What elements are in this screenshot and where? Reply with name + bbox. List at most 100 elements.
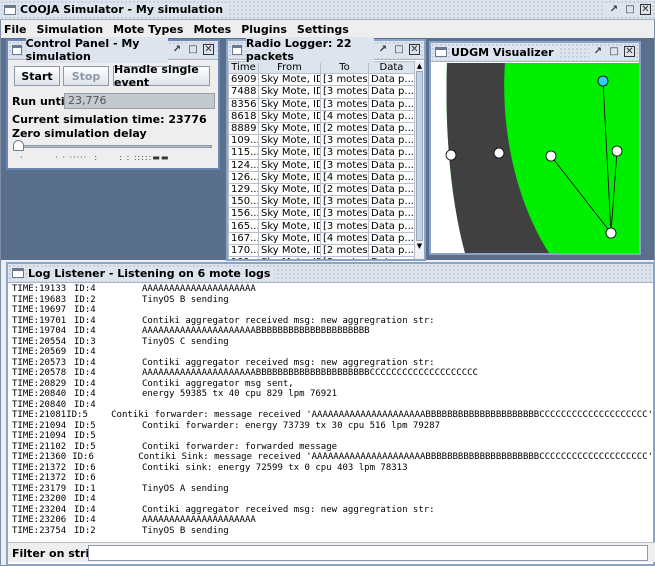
table-row[interactable]: 109...Sky Mote, ID...[3 motes]Data p... — [228, 134, 414, 148]
table-cell: Data p... — [368, 243, 414, 258]
log-time: TIME:21094 — [12, 420, 67, 431]
log-mote-id: ID:3 — [74, 336, 96, 347]
log-row[interactable]: TIME:19704 ID:4 AAAAAAAAAAAAAAAAAAAAABBBBB… — [12, 326, 653, 337]
table-row[interactable]: 124...Sky Mote, ID...[3 motes]Data p... — [228, 158, 414, 172]
log-row[interactable]: TIME:20840 ID:4 energy 59385 tx 40 cpu 829… — [12, 389, 653, 400]
log-row[interactable]: TIME:23206 ID:4 AAAAAAAAAAAAAAAAAAAAA — [12, 515, 653, 526]
mote-node[interactable] — [493, 147, 505, 159]
table-row[interactable]: 8618Sky Mote, ID...[4 motes]Data p... — [228, 109, 414, 123]
table-row[interactable]: 7488Sky Mote, ID...[3 motes]Data p... — [228, 85, 414, 99]
table-row[interactable]: 165...Sky Mote, ID...[3 motes]Data p... — [228, 219, 414, 233]
handle-single-event-button[interactable]: Handle single event — [113, 63, 210, 89]
scrollbar-thumb[interactable] — [416, 71, 423, 241]
log-row[interactable]: TIME:20829 ID:4 Contiki aggregator msg sen… — [12, 379, 653, 390]
filter-input[interactable] — [88, 545, 648, 561]
table-row[interactable]: 150...Sky Mote, ID...[3 motes]Data p... — [228, 195, 414, 209]
log-row[interactable]: TIME:23179 ID:1 TinyOS A sending — [12, 484, 653, 495]
log-row[interactable]: TIME:19683 ID:2 TinyOS B sending — [12, 295, 653, 306]
menu-mote-types[interactable]: Mote Types — [113, 23, 183, 36]
close-icon[interactable]: ✕ — [409, 44, 420, 55]
log-row[interactable]: TIME:23204 ID:4 Contiki aggregator receive… — [12, 505, 653, 516]
start-button[interactable]: Start — [14, 66, 60, 86]
log-row[interactable]: TIME:23200 ID:4 — [12, 494, 653, 505]
log-listener-window: Log Listener - Listening on 6 mote logs … — [6, 262, 655, 566]
minimize-icon[interactable]: ↗ — [171, 44, 183, 56]
log-row[interactable]: TIME:21360 ID:6 Contiki Sink: message rece… — [12, 452, 653, 463]
radio-logger-titlebar[interactable]: Radio Logger: 22 packets ↗ □ ✕ — [228, 37, 424, 63]
log-row[interactable]: TIME:21102 ID:5 Contiki forwarder: forward… — [12, 442, 653, 453]
log-row[interactable]: TIME:19697 ID:4 — [12, 305, 653, 316]
table-row[interactable]: 170...Sky Mote, ID...[2 motes]Data p... — [228, 243, 414, 258]
log-row[interactable]: TIME:21094 ID:5 Contiki forwarder: energy … — [12, 421, 653, 432]
main-titlebar[interactable]: COOJA Simulator - My simulation ↗ □ ✕ — [0, 0, 655, 20]
minimize-icon[interactable]: ↗ — [592, 46, 604, 58]
minimize-icon[interactable]: ↗ — [608, 4, 620, 16]
log-row[interactable]: TIME:21081 ID:5 Contiki forwarder: message… — [12, 410, 653, 421]
mote-node[interactable] — [605, 227, 617, 239]
table-cell: [2 motes] — [320, 121, 369, 136]
table-row[interactable]: 167...Sky Mote, ID...[4 motes]Data p... — [228, 231, 414, 245]
run-until-field[interactable]: 23,776 — [64, 93, 215, 109]
log-row[interactable]: TIME:23754 ID:2 TinyOS B sending — [12, 526, 653, 537]
close-icon[interactable]: ✕ — [203, 44, 214, 55]
log-row[interactable]: TIME:19133 ID:4 AAAAAAAAAAAAAAAAAAAAA — [12, 284, 653, 295]
menu-settings[interactable]: Settings — [297, 23, 349, 36]
log-listener-titlebar[interactable]: Log Listener - Listening on 6 mote logs — [8, 264, 653, 283]
log-time: TIME:19683 — [12, 294, 67, 305]
log-row[interactable]: TIME:21094 ID:5 — [12, 431, 653, 442]
stop-button[interactable]: Stop — [63, 66, 109, 86]
scroll-down-arrow[interactable]: ▼ — [415, 241, 424, 251]
menu-file[interactable]: File — [4, 23, 27, 36]
log-row[interactable]: TIME:21372 ID:6 — [12, 473, 653, 484]
table-row[interactable]: 6909Sky Mote, ID...[3 motes]Data p... — [228, 73, 414, 87]
log-row[interactable]: TIME:20569 ID:4 — [12, 347, 653, 358]
column-header[interactable]: Data — [368, 61, 414, 75]
mote-node[interactable] — [545, 150, 557, 162]
mote-node[interactable] — [611, 145, 623, 157]
close-icon[interactable]: ✕ — [640, 3, 651, 15]
mote-node[interactable] — [445, 149, 457, 161]
table-row[interactable]: 8889Sky Mote, ID...[2 motes]Data p... — [228, 121, 414, 136]
control-panel-titlebar[interactable]: Control Panel - My simulation ↗ □ ✕ — [8, 37, 218, 63]
table-row[interactable]: 129...Sky Mote, ID...[2 motes]Data p... — [228, 182, 414, 197]
table-cell: [3 motes] — [320, 134, 369, 148]
log-row[interactable]: TIME:20573 ID:4 Contiki aggregator receive… — [12, 358, 653, 369]
log-row[interactable]: TIME:20840 ID:4 — [12, 400, 653, 411]
table-cell: [3 motes] — [320, 97, 369, 111]
speed-slider-track[interactable] — [16, 145, 212, 148]
table-row[interactable]: 115...Sky Mote, ID...[3 motes]Data p... — [228, 146, 414, 160]
table-row[interactable]: 8356Sky Mote, ID...[3 motes]Data p... — [228, 97, 414, 111]
log-row[interactable]: TIME:19701 ID:4 Contiki aggregator receive… — [12, 316, 653, 327]
log-message: TinyOS A sending — [142, 483, 229, 494]
log-time: TIME:21081 — [12, 410, 67, 420]
maximize-icon[interactable]: □ — [393, 44, 405, 56]
menu-simulation[interactable]: Simulation — [37, 23, 104, 36]
log-row[interactable]: TIME:21372 ID:6 Contiki sink: energy 72599… — [12, 463, 653, 474]
menu-motes[interactable]: Motes — [193, 23, 231, 36]
menu-plugins[interactable]: Plugins — [241, 23, 287, 36]
mote-node[interactable] — [597, 75, 609, 87]
table-row[interactable]: 191...Sky Mote, ID...[3 motes]Data p... — [228, 255, 414, 259]
maximize-icon[interactable]: □ — [624, 4, 636, 16]
log-message: AAAAAAAAAAAAAAAAAAAAABBBBBBBBBBBBBBBBBBB… — [142, 326, 370, 336]
close-icon[interactable]: ✕ — [624, 46, 635, 57]
maximize-icon[interactable]: □ — [608, 46, 620, 58]
table-cell: Data p... — [368, 146, 414, 160]
log-mote-id: ID:4 — [74, 305, 96, 315]
column-header[interactable]: To — [320, 61, 369, 75]
log-row[interactable]: TIME:20554 ID:3 TinyOS C sending — [12, 337, 653, 348]
scroll-up-arrow[interactable]: ▲ — [415, 61, 424, 71]
udgm-titlebar[interactable]: UDGM Visualizer ↗ □ ✕ — [431, 43, 639, 62]
maximize-icon[interactable]: □ — [187, 44, 199, 56]
minimize-icon[interactable]: ↗ — [377, 44, 389, 56]
radio-logger-scrollbar[interactable]: ▲ ▼ — [414, 61, 424, 259]
table-cell: Data p... — [368, 97, 414, 111]
column-header[interactable]: Time — [228, 61, 259, 75]
speed-slider-thumb[interactable] — [13, 140, 24, 151]
column-header[interactable]: From — [258, 61, 321, 75]
table-row[interactable]: 126...Sky Mote, ID...[4 motes]Data p... — [228, 170, 414, 184]
udgm-canvas[interactable] — [431, 63, 639, 253]
log-message: Contiki forwarder: message received 'AAA… — [111, 410, 653, 420]
table-row[interactable]: 156...Sky Mote, ID...[3 motes]Data p... — [228, 207, 414, 221]
log-row[interactable]: TIME:20578 ID:4 AAAAAAAAAAAAAAAAAAAAABBBBB… — [12, 368, 653, 379]
